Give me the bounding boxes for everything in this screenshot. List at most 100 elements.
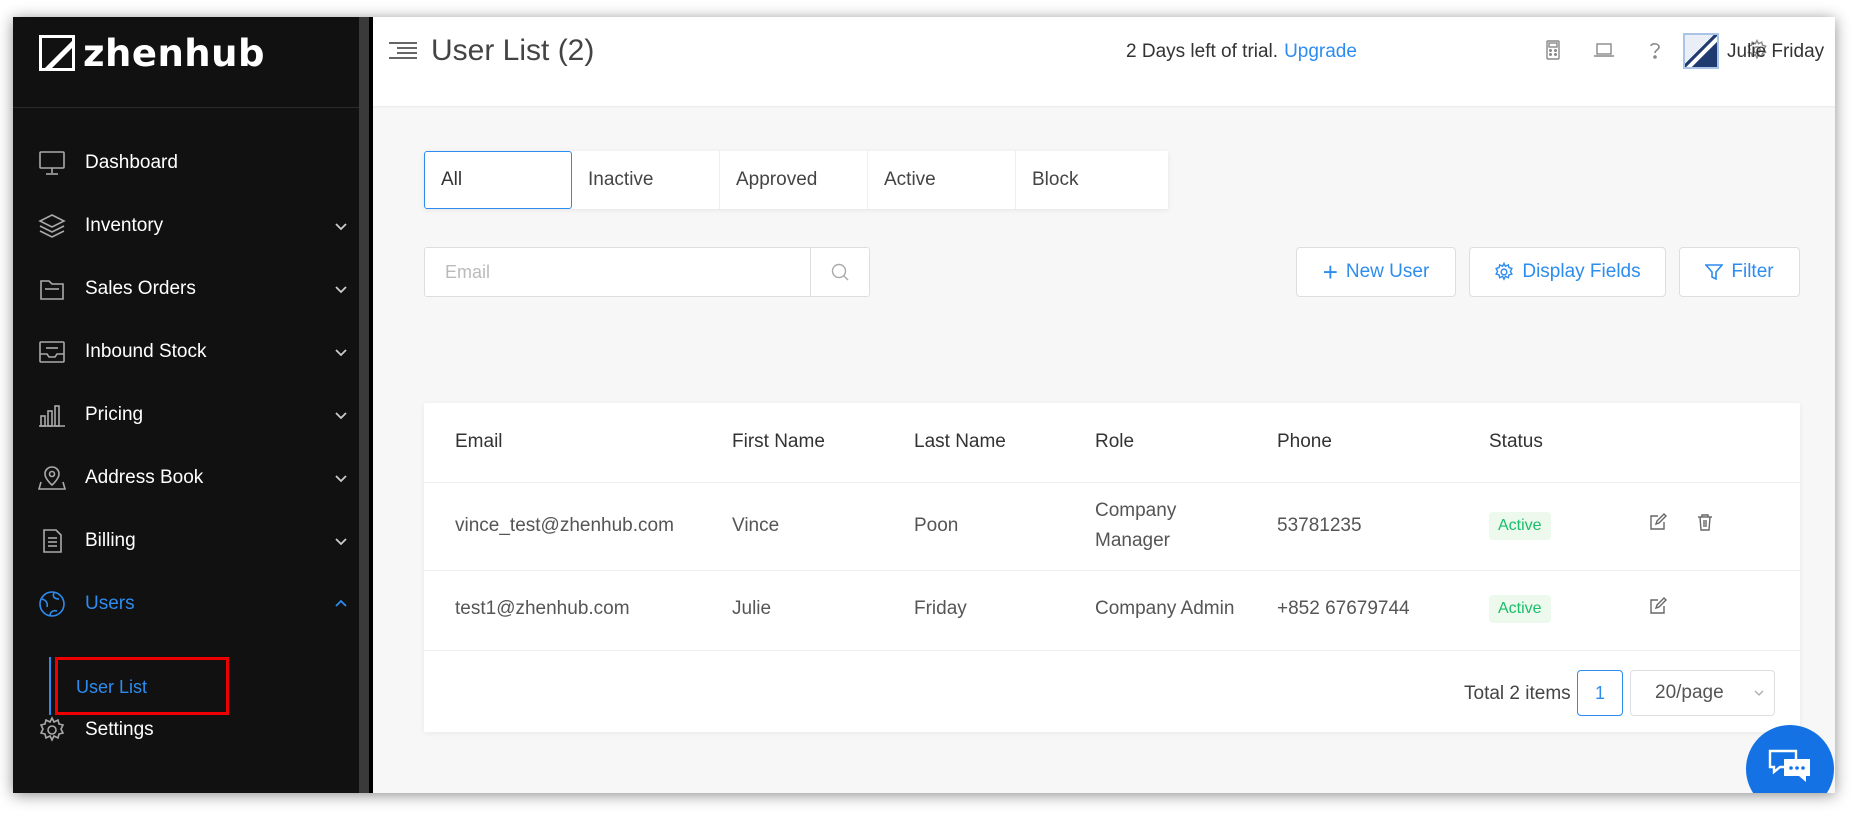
search-box [424, 247, 870, 297]
table-header: Email First Name Last Name Role Phone St… [424, 403, 1800, 483]
column-header: Email [455, 431, 503, 452]
tab-approved[interactable]: Approved [720, 151, 868, 209]
sidebar-item-label: Dashboard [85, 152, 178, 173]
column-header: Last Name [914, 431, 1006, 452]
sidebar-item-inbound-stock[interactable]: Inbound Stock [13, 332, 359, 372]
cell-email: vince_test@zhenhub.com [455, 515, 674, 536]
cell-role: Company [1095, 500, 1177, 521]
tab-block[interactable]: Block [1016, 151, 1164, 209]
chevron-down-icon [335, 538, 347, 546]
cell-last-name: Poon [914, 515, 959, 536]
new-user-label: New User [1345, 261, 1430, 282]
cell-role: Manager [1095, 530, 1170, 551]
logo-mark-icon [39, 35, 75, 71]
search-button[interactable] [810, 248, 869, 296]
pagination-total: Total 2 items [1464, 683, 1571, 704]
search-icon [831, 263, 849, 281]
upgrade-link[interactable]: Upgrade [1284, 41, 1357, 62]
column-header: Phone [1277, 431, 1332, 452]
sidebar-item-address-book[interactable]: Address Book [13, 458, 359, 498]
trial-notice: 2 Days left of trial. Upgrade [1126, 39, 1357, 65]
status-badge: Active [1489, 595, 1551, 623]
email-search-input[interactable] [425, 248, 810, 296]
monitor-icon [37, 148, 67, 178]
status-tabs: All Inactive Approved Active Block [424, 151, 1168, 209]
page-size-value: 20/page [1655, 682, 1724, 703]
tab-active[interactable]: Active [868, 151, 1016, 209]
sidebar-item-dashboard[interactable]: Dashboard [13, 143, 359, 183]
table-row[interactable]: test1@zhenhub.com Julie Friday Company A… [424, 571, 1800, 651]
page-size-select[interactable]: 20/page [1630, 670, 1775, 716]
status-badge: Active [1489, 512, 1551, 540]
brand-logo[interactable]: zhenhub [39, 31, 265, 75]
chat-icon [1768, 749, 1810, 782]
user-table: Email First Name Last Name Role Phone St… [424, 403, 1800, 732]
gear-icon [37, 715, 67, 745]
gear-icon [1495, 262, 1514, 281]
sidebar: zhenhub Dashboard Inventory Sales Orders… [13, 17, 373, 793]
folder-icon [37, 274, 67, 304]
edit-icon[interactable] [1649, 513, 1667, 531]
sidebar-item-label: Users [85, 593, 135, 614]
brand-name: zhenhub [83, 31, 265, 75]
cell-phone: +852 67679744 [1277, 598, 1410, 619]
chevron-down-icon [335, 286, 347, 294]
help-icon[interactable] [1642, 37, 1668, 63]
sidebar-item-label: Pricing [85, 404, 144, 425]
sidebar-item-sales-orders[interactable]: Sales Orders [13, 269, 359, 309]
sidebar-item-settings[interactable]: Settings [13, 710, 359, 750]
new-user-button[interactable]: + New User [1296, 247, 1456, 297]
sidebar-item-label: Inbound Stock [85, 341, 207, 362]
cell-phone: 53781235 [1277, 515, 1362, 536]
sidebar-subitem-user-list[interactable]: User List [49, 657, 229, 715]
trial-text: 2 Days left of trial. [1126, 41, 1279, 62]
main-content: All Inactive Approved Active Block + New… [373, 108, 1835, 793]
tab-all[interactable]: All [424, 151, 572, 209]
delete-icon[interactable] [1696, 513, 1714, 531]
chevron-up-icon [335, 599, 347, 607]
filter-icon [1705, 264, 1724, 281]
chevron-down-icon [335, 223, 347, 231]
cell-first-name: Vince [732, 515, 780, 536]
sidebar-item-label: Billing [85, 530, 136, 551]
plus-icon: + [1322, 257, 1338, 287]
chevron-down-icon [335, 349, 347, 357]
cell-first-name: Julie [732, 598, 772, 619]
bar-chart-icon [37, 400, 67, 430]
filter-button[interactable]: Filter [1679, 247, 1800, 297]
map-pin-icon [37, 463, 67, 493]
calculator-icon[interactable] [1540, 37, 1566, 63]
sidebar-scrollbar[interactable] [359, 17, 369, 793]
avatar[interactable] [1683, 33, 1719, 69]
active-indicator [49, 657, 51, 715]
sidebar-item-billing[interactable]: Billing [13, 521, 359, 561]
top-header: User List (2) 2 Days left of trial. Upgra… [373, 17, 1835, 107]
app-window: zhenhub Dashboard Inventory Sales Orders… [13, 17, 1835, 793]
display-fields-label: Display Fields [1522, 261, 1641, 282]
sidebar-item-label: Sales Orders [85, 278, 196, 299]
column-header: First Name [732, 431, 825, 452]
sidebar-item-pricing[interactable]: Pricing [13, 395, 359, 435]
cell-last-name: Friday [914, 598, 967, 619]
document-icon [37, 526, 67, 556]
cell-role: Company Admin [1095, 598, 1235, 619]
divider [13, 107, 359, 108]
sidebar-item-users[interactable]: Users [13, 584, 359, 624]
page-title: User List (2) [431, 34, 595, 67]
inbox-icon [37, 337, 67, 367]
laptop-icon[interactable] [1591, 37, 1617, 63]
edit-icon[interactable] [1649, 597, 1667, 615]
layers-icon [37, 211, 67, 241]
table-row[interactable]: vince_test@zhenhub.com Vince Poon Compan… [424, 483, 1800, 571]
chevron-down-icon [1754, 690, 1764, 696]
column-header: Role [1095, 431, 1135, 452]
user-name[interactable]: Julie Friday [1727, 39, 1824, 65]
tab-inactive[interactable]: Inactive [572, 151, 720, 209]
sidebar-item-inventory[interactable]: Inventory [13, 206, 359, 246]
sidebar-item-label: Address Book [85, 467, 204, 488]
menu-toggle-icon[interactable] [389, 41, 417, 61]
display-fields-button[interactable]: Display Fields [1469, 247, 1666, 297]
pagination-page-button[interactable]: 1 [1577, 670, 1623, 716]
globe-icon [37, 589, 67, 619]
sidebar-item-label: Inventory [85, 215, 164, 236]
